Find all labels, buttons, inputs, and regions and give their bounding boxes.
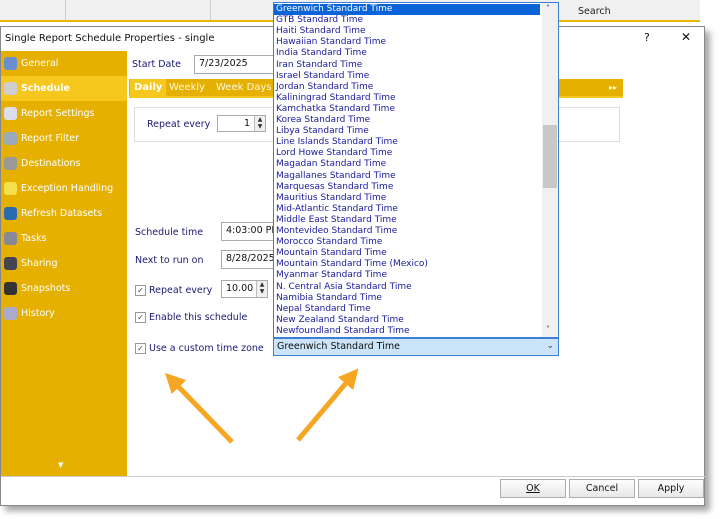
arrow-to-checkbox xyxy=(165,372,234,444)
arrow-to-combobox xyxy=(296,368,359,442)
annotation-arrows xyxy=(165,368,359,444)
